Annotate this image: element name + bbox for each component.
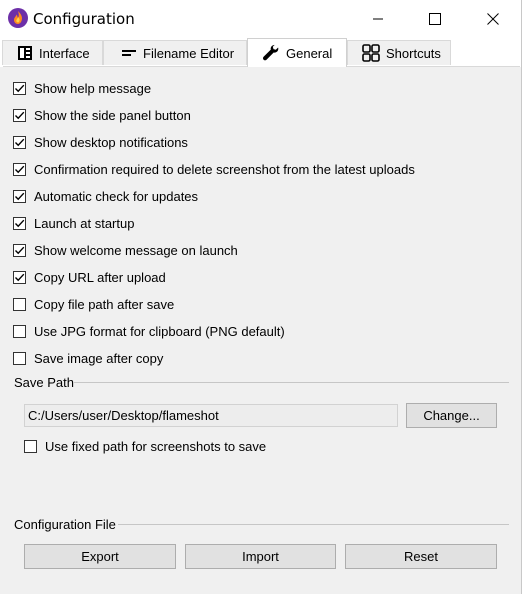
- shortcuts-grid-icon: [362, 44, 380, 62]
- option-label: Show desktop notifications: [34, 134, 188, 150]
- interface-icon: [17, 45, 33, 61]
- reset-button[interactable]: Reset: [345, 544, 497, 569]
- option-row[interactable]: Use JPG format for clipboard (PNG defaul…: [13, 323, 285, 339]
- checkmark-icon: [15, 246, 25, 254]
- filename-editor-icon: [121, 45, 137, 61]
- fixed-path-label: Use fixed path for screenshots to save: [45, 438, 267, 454]
- option-label: Confirmation required to delete screensh…: [34, 161, 415, 177]
- option-row[interactable]: Copy file path after save: [13, 296, 174, 312]
- option-label: Launch at startup: [34, 215, 135, 231]
- maximize-icon: [429, 12, 441, 25]
- tab-shortcuts[interactable]: Shortcuts: [347, 40, 451, 65]
- option-row[interactable]: Launch at startup: [13, 215, 134, 231]
- wrench-icon: [262, 44, 280, 62]
- option-label: Copy URL after upload: [34, 269, 166, 285]
- checkmark-icon: [15, 192, 25, 200]
- tab-general[interactable]: General: [247, 38, 347, 67]
- configuration-file-divider: [118, 524, 509, 525]
- tab-filename-editor[interactable]: Filename Editor: [103, 40, 247, 65]
- window-title: Configuration: [33, 10, 135, 28]
- tab-general-label: General: [286, 45, 333, 61]
- tab-interface-label: Interface: [39, 45, 90, 61]
- tab-shortcuts-label: Shortcuts: [386, 45, 441, 61]
- checkmark-icon: [15, 84, 25, 92]
- close-button[interactable]: [464, 0, 522, 37]
- tab-filename-editor-label: Filename Editor: [143, 45, 235, 61]
- save-path-group-title: Save Path: [14, 375, 74, 390]
- option-row[interactable]: Show welcome message on launch: [13, 242, 238, 258]
- fixed-path-checkbox[interactable]: [24, 439, 37, 453]
- import-button[interactable]: Import: [185, 544, 336, 569]
- option-label: Show the side panel button: [34, 107, 191, 123]
- option-row[interactable]: Save image after copy: [13, 350, 163, 366]
- option-label: Copy file path after save: [34, 296, 175, 312]
- option-checkbox[interactable]: [13, 270, 26, 284]
- option-checkbox[interactable]: [13, 162, 26, 176]
- option-label: Automatic check for updates: [34, 188, 199, 204]
- option-label: Save image after copy: [34, 350, 164, 366]
- option-row[interactable]: Show help message: [13, 80, 151, 96]
- option-checkbox[interactable]: [13, 243, 26, 257]
- option-label: Use JPG format for clipboard (PNG defaul…: [34, 323, 285, 339]
- option-checkbox[interactable]: [13, 108, 26, 122]
- option-checkbox[interactable]: [13, 216, 26, 230]
- configuration-window: Configuration Interface Filename Editor …: [0, 0, 522, 594]
- flameshot-logo-icon: [8, 8, 28, 28]
- option-checkbox[interactable]: [13, 135, 26, 149]
- option-row[interactable]: Automatic check for updates: [13, 188, 198, 204]
- option-checkbox[interactable]: [13, 189, 26, 203]
- change-path-button[interactable]: Change...: [406, 403, 497, 428]
- save-path-divider: [74, 382, 509, 383]
- option-row[interactable]: Confirmation required to delete screensh…: [13, 161, 415, 177]
- option-row[interactable]: Show desktop notifications: [13, 134, 188, 150]
- option-row[interactable]: Copy URL after upload: [13, 269, 166, 285]
- close-icon: [487, 12, 499, 25]
- export-button[interactable]: Export: [24, 544, 176, 569]
- minimize-button[interactable]: [349, 0, 407, 37]
- fixed-path-option[interactable]: Use fixed path for screenshots to save: [24, 438, 266, 454]
- checkmark-icon: [15, 111, 25, 119]
- checkmark-icon: [15, 165, 25, 173]
- configuration-file-group-title: Configuration File: [14, 517, 116, 532]
- tab-interface[interactable]: Interface: [2, 40, 103, 65]
- option-checkbox[interactable]: [13, 324, 26, 338]
- option-checkbox[interactable]: [13, 81, 26, 95]
- option-label: Show welcome message on launch: [34, 242, 238, 258]
- checkmark-icon: [15, 219, 25, 227]
- title-bar: Configuration: [0, 0, 521, 37]
- checkmark-icon: [15, 138, 25, 146]
- option-checkbox[interactable]: [13, 297, 26, 311]
- option-row[interactable]: Show the side panel button: [13, 107, 191, 123]
- minimize-icon: [373, 18, 383, 19]
- maximize-button[interactable]: [406, 0, 464, 37]
- option-checkbox[interactable]: [13, 351, 26, 365]
- save-path-input[interactable]: C:/Users/user/Desktop/flameshot: [24, 404, 398, 427]
- option-label: Show help message: [34, 80, 152, 96]
- checkmark-icon: [15, 273, 25, 281]
